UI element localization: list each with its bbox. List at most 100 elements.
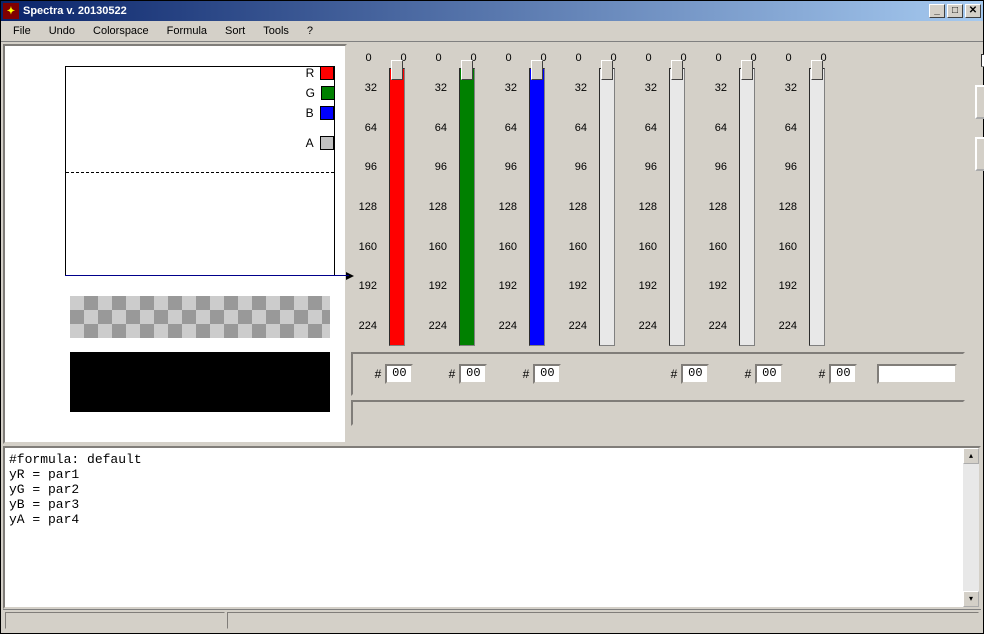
tick-label: 192 <box>359 280 377 292</box>
auto-checkbox-row: ✓ Auto <box>971 54 984 67</box>
tick-label: 192 <box>779 280 797 292</box>
hex-input[interactable]: 00 <box>459 364 487 384</box>
menu-colorspace[interactable]: Colorspace <box>85 23 157 39</box>
tick-label: 128 <box>569 201 587 213</box>
slider-track[interactable] <box>661 68 693 346</box>
sliders-area: 0032649612816019222400326496128160192224… <box>351 48 965 440</box>
slider-top-val: 0 <box>645 52 651 64</box>
sliders-panel: 0032649612816019222400326496128160192224… <box>347 44 984 444</box>
menu-help[interactable]: ? <box>299 23 321 39</box>
hash-symbol: # <box>745 367 752 381</box>
legend-label: B <box>306 106 314 120</box>
tick-label: 96 <box>435 161 447 173</box>
side-buttons: ✓ Auto OK No Alfa <box>965 48 984 440</box>
legend-a: A <box>306 136 335 150</box>
hex-input[interactable]: 00 <box>385 364 413 384</box>
menu-formula[interactable]: Formula <box>159 23 215 39</box>
slider-body: 326496128160192224 <box>351 68 421 346</box>
menu-sort[interactable]: Sort <box>217 23 253 39</box>
slider-thumb[interactable] <box>741 60 753 80</box>
slider-col-6: 00326496128160192224 <box>771 48 841 346</box>
scroll-track[interactable] <box>963 464 979 591</box>
tick-label: 32 <box>365 82 377 94</box>
tick-label: 32 <box>435 82 447 94</box>
close-button[interactable]: ✕ <box>965 4 981 18</box>
minimize-button[interactable]: _ <box>929 4 945 18</box>
status-strip <box>351 400 965 426</box>
scrollbar[interactable]: ▴ ▾ <box>963 448 979 607</box>
color-preview <box>70 352 330 412</box>
slider-thumb[interactable] <box>601 60 613 80</box>
slider-track[interactable] <box>591 68 623 346</box>
graph-midline <box>66 172 334 173</box>
legend: R G B A <box>306 66 335 156</box>
slider-top-val: 0 <box>575 52 581 64</box>
tick-label: 128 <box>359 201 377 213</box>
hex-input[interactable]: 00 <box>829 364 857 384</box>
tick-label: 224 <box>359 320 377 332</box>
tick-label: 224 <box>569 320 587 332</box>
slider-track[interactable] <box>801 68 833 346</box>
tick-label: 192 <box>569 280 587 292</box>
slider-track[interactable] <box>521 68 553 346</box>
swatch-a <box>320 136 334 150</box>
swatch-g <box>321 86 335 100</box>
track-fill <box>529 68 545 346</box>
tick-label: 160 <box>499 241 517 253</box>
slider-top-val: 0 <box>505 52 511 64</box>
tick-label: 96 <box>715 161 727 173</box>
slider-track[interactable] <box>451 68 483 346</box>
checker-preview <box>70 296 330 338</box>
tick-label: 192 <box>499 280 517 292</box>
graph-canvas[interactable] <box>65 66 335 276</box>
tick-label: 64 <box>785 122 797 134</box>
menu-tools[interactable]: Tools <box>255 23 297 39</box>
slider-track[interactable] <box>731 68 763 346</box>
tick-label: 96 <box>505 161 517 173</box>
scroll-down-icon[interactable]: ▾ <box>963 591 979 607</box>
slider-thumb[interactable] <box>811 60 823 80</box>
hex-input[interactable]: 00 <box>755 364 783 384</box>
tick-label: 224 <box>779 320 797 332</box>
slider-thumb[interactable] <box>461 60 473 80</box>
noalfa-button[interactable]: No Alfa <box>975 137 984 171</box>
slider-col-5: 00326496128160192224 <box>701 48 771 346</box>
slider-header: 00 <box>771 48 841 68</box>
slider-top-val: 0 <box>365 52 371 64</box>
tick-label: 160 <box>569 241 587 253</box>
scroll-up-icon[interactable]: ▴ <box>963 448 979 464</box>
slider-top-val: 0 <box>435 52 441 64</box>
tick-label: 128 <box>779 201 797 213</box>
slider-body: 326496128160192224 <box>561 68 631 346</box>
slider-thumb[interactable] <box>671 60 683 80</box>
slider-header: 00 <box>491 48 561 68</box>
tick-label: 32 <box>785 82 797 94</box>
menu-file[interactable]: File <box>5 23 39 39</box>
slider-body: 326496128160192224 <box>631 68 701 346</box>
legend-g: G <box>306 86 335 100</box>
hex-input[interactable]: 00 <box>681 364 709 384</box>
slider-header: 00 <box>351 48 421 68</box>
tick-label: 192 <box>639 280 657 292</box>
tick-label: 128 <box>709 201 727 213</box>
hex-combined-input[interactable] <box>877 364 957 384</box>
menu-undo[interactable]: Undo <box>41 23 83 39</box>
track-fill <box>809 68 825 346</box>
maximize-button[interactable]: □ <box>947 4 963 18</box>
formula-textarea[interactable]: #formula: default yR = par1 yG = par2 yB… <box>5 448 963 607</box>
slider-track[interactable] <box>381 68 413 346</box>
titlebar: ✦ Spectra v. 20130522 _ □ ✕ <box>1 1 983 21</box>
hex-input[interactable]: 00 <box>533 364 561 384</box>
slider-body: 326496128160192224 <box>491 68 561 346</box>
tick-label: 96 <box>365 161 377 173</box>
slider-thumb[interactable] <box>391 60 403 80</box>
tick-label: 64 <box>505 122 517 134</box>
slider-header: 00 <box>701 48 771 68</box>
legend-label: A <box>306 136 314 150</box>
sliders-row: 0032649612816019222400326496128160192224… <box>351 48 965 346</box>
app-icon: ✦ <box>3 3 19 19</box>
tick-label: 160 <box>639 241 657 253</box>
slider-thumb[interactable] <box>531 60 543 80</box>
tick-label: 192 <box>429 280 447 292</box>
ok-button[interactable]: OK <box>975 85 984 119</box>
